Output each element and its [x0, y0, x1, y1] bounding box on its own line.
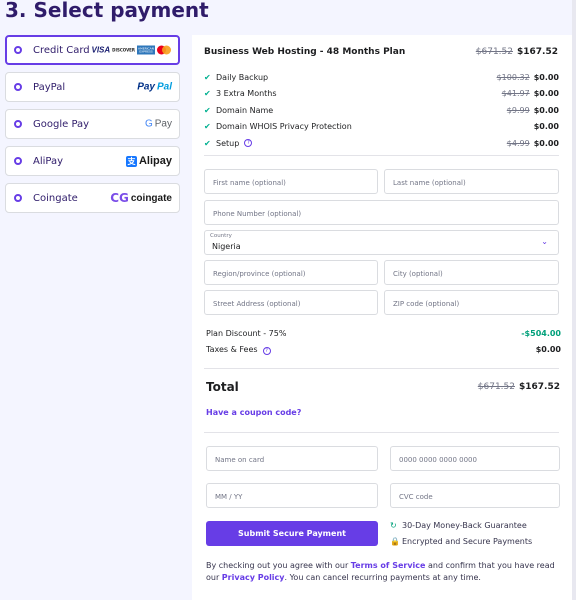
check-icon: ✔ [204, 89, 211, 99]
terms-text: By checking out you agree with our Terms… [206, 561, 555, 582]
radio-icon[interactable] [14, 83, 22, 91]
radio-icon[interactable] [14, 157, 22, 165]
country-select[interactable]: Country Nigeria ⌄ [204, 230, 559, 255]
total-value: $671.52 $167.52 [477, 382, 560, 392]
submit-payment-button[interactable]: Submit Secure Payment [206, 521, 378, 546]
method-coingate[interactable]: Coingate CG coingate [5, 183, 180, 213]
payment-methods-list: Credit Card VISA DISCOVER AMERICAN EXPRE… [5, 35, 180, 220]
expiry-field[interactable] [206, 483, 378, 509]
card-number-field[interactable] [390, 446, 560, 472]
method-alipay[interactable]: AliPay 支 Alipay [5, 146, 180, 176]
cvc-field[interactable] [390, 483, 560, 509]
mastercard-icon [157, 45, 171, 55]
visa-logo: VISA [91, 45, 111, 55]
first-name-field[interactable] [204, 169, 378, 195]
radio-icon[interactable] [14, 194, 22, 202]
divider [204, 432, 559, 433]
street-field[interactable] [204, 290, 378, 316]
city-field[interactable] [384, 260, 559, 286]
coupon-link[interactable]: Have a coupon code? [206, 408, 301, 417]
guarantee-item: 🔒 Encrypted and Secure Payments [390, 537, 533, 546]
check-icon: ✔ [204, 105, 211, 115]
total-label: Total [206, 380, 239, 394]
radio-icon[interactable] [14, 46, 22, 54]
list-item: ✔ Setup? $4.99 $0.00 [204, 138, 559, 148]
plan-price: $671.52 $167.52 [475, 47, 558, 57]
alipay-icon: 支 [125, 155, 137, 167]
help-icon[interactable]: ? [262, 347, 271, 355]
taxes-row: Taxes & Fees? $0.00 [206, 345, 561, 355]
plan-title: Business Web Hosting - 48 Months Plan [204, 47, 406, 57]
discover-logo: DISCOVER [112, 47, 135, 53]
check-icon: ✔ [204, 122, 211, 132]
method-credit-card[interactable]: Credit Card VISA DISCOVER AMERICAN EXPRE… [5, 35, 180, 65]
last-name-field[interactable] [384, 169, 559, 195]
chevron-down-icon: ⌄ [541, 237, 548, 246]
refresh-icon: ↻ [390, 521, 397, 530]
guarantee-item: ↻ 30-Day Money-Back Guarantee [390, 521, 527, 530]
amex-logo: AMERICAN EXPRESS [137, 45, 155, 55]
list-item: ✔ Domain WHOIS Privacy Protection $0.00 [204, 122, 559, 132]
divider [204, 155, 559, 156]
discount-row: Plan Discount - 75% -$504.00 [206, 329, 561, 338]
radio-icon[interactable] [14, 120, 22, 128]
checkout-panel: Business Web Hosting - 48 Months Plan $6… [192, 35, 572, 600]
coingate-icon: CG [110, 191, 129, 205]
coingate-logo: CG coingate [110, 191, 172, 205]
method-google-pay[interactable]: Google Pay G Pay [5, 109, 180, 139]
google-pay-logo: G Pay [144, 118, 172, 130]
order-items: ✔ Daily Backup $100.32 $0.00 ✔ 3 Extra Month… [204, 69, 559, 152]
alipay-logo: 支 Alipay [125, 155, 172, 167]
help-icon[interactable]: ? [244, 139, 253, 148]
list-item: ✔ Domain Name $9.99 $0.00 [204, 105, 559, 115]
card-name-field[interactable] [206, 446, 378, 472]
check-icon: ✔ [204, 72, 211, 82]
paypal-logo: Pay Pal [137, 81, 172, 93]
phone-field[interactable] [204, 200, 559, 226]
terms-link[interactable]: Terms of Service [351, 561, 426, 570]
privacy-link[interactable]: Privacy Policy [222, 573, 285, 582]
page-title: 3. Select payment [5, 0, 209, 22]
list-item: ✔ 3 Extra Months $41.97 $0.00 [204, 89, 559, 99]
scrollbar[interactable] [572, 0, 576, 600]
divider [204, 368, 559, 369]
zip-field[interactable] [384, 290, 559, 316]
list-item: ✔ Daily Backup $100.32 $0.00 [204, 72, 559, 82]
card-logos: VISA DISCOVER AMERICAN EXPRESS [91, 45, 171, 55]
method-paypal[interactable]: PayPal Pay Pal [5, 72, 180, 102]
region-field[interactable] [204, 260, 378, 286]
lock-icon: 🔒 [390, 537, 400, 546]
check-icon: ✔ [204, 138, 211, 148]
